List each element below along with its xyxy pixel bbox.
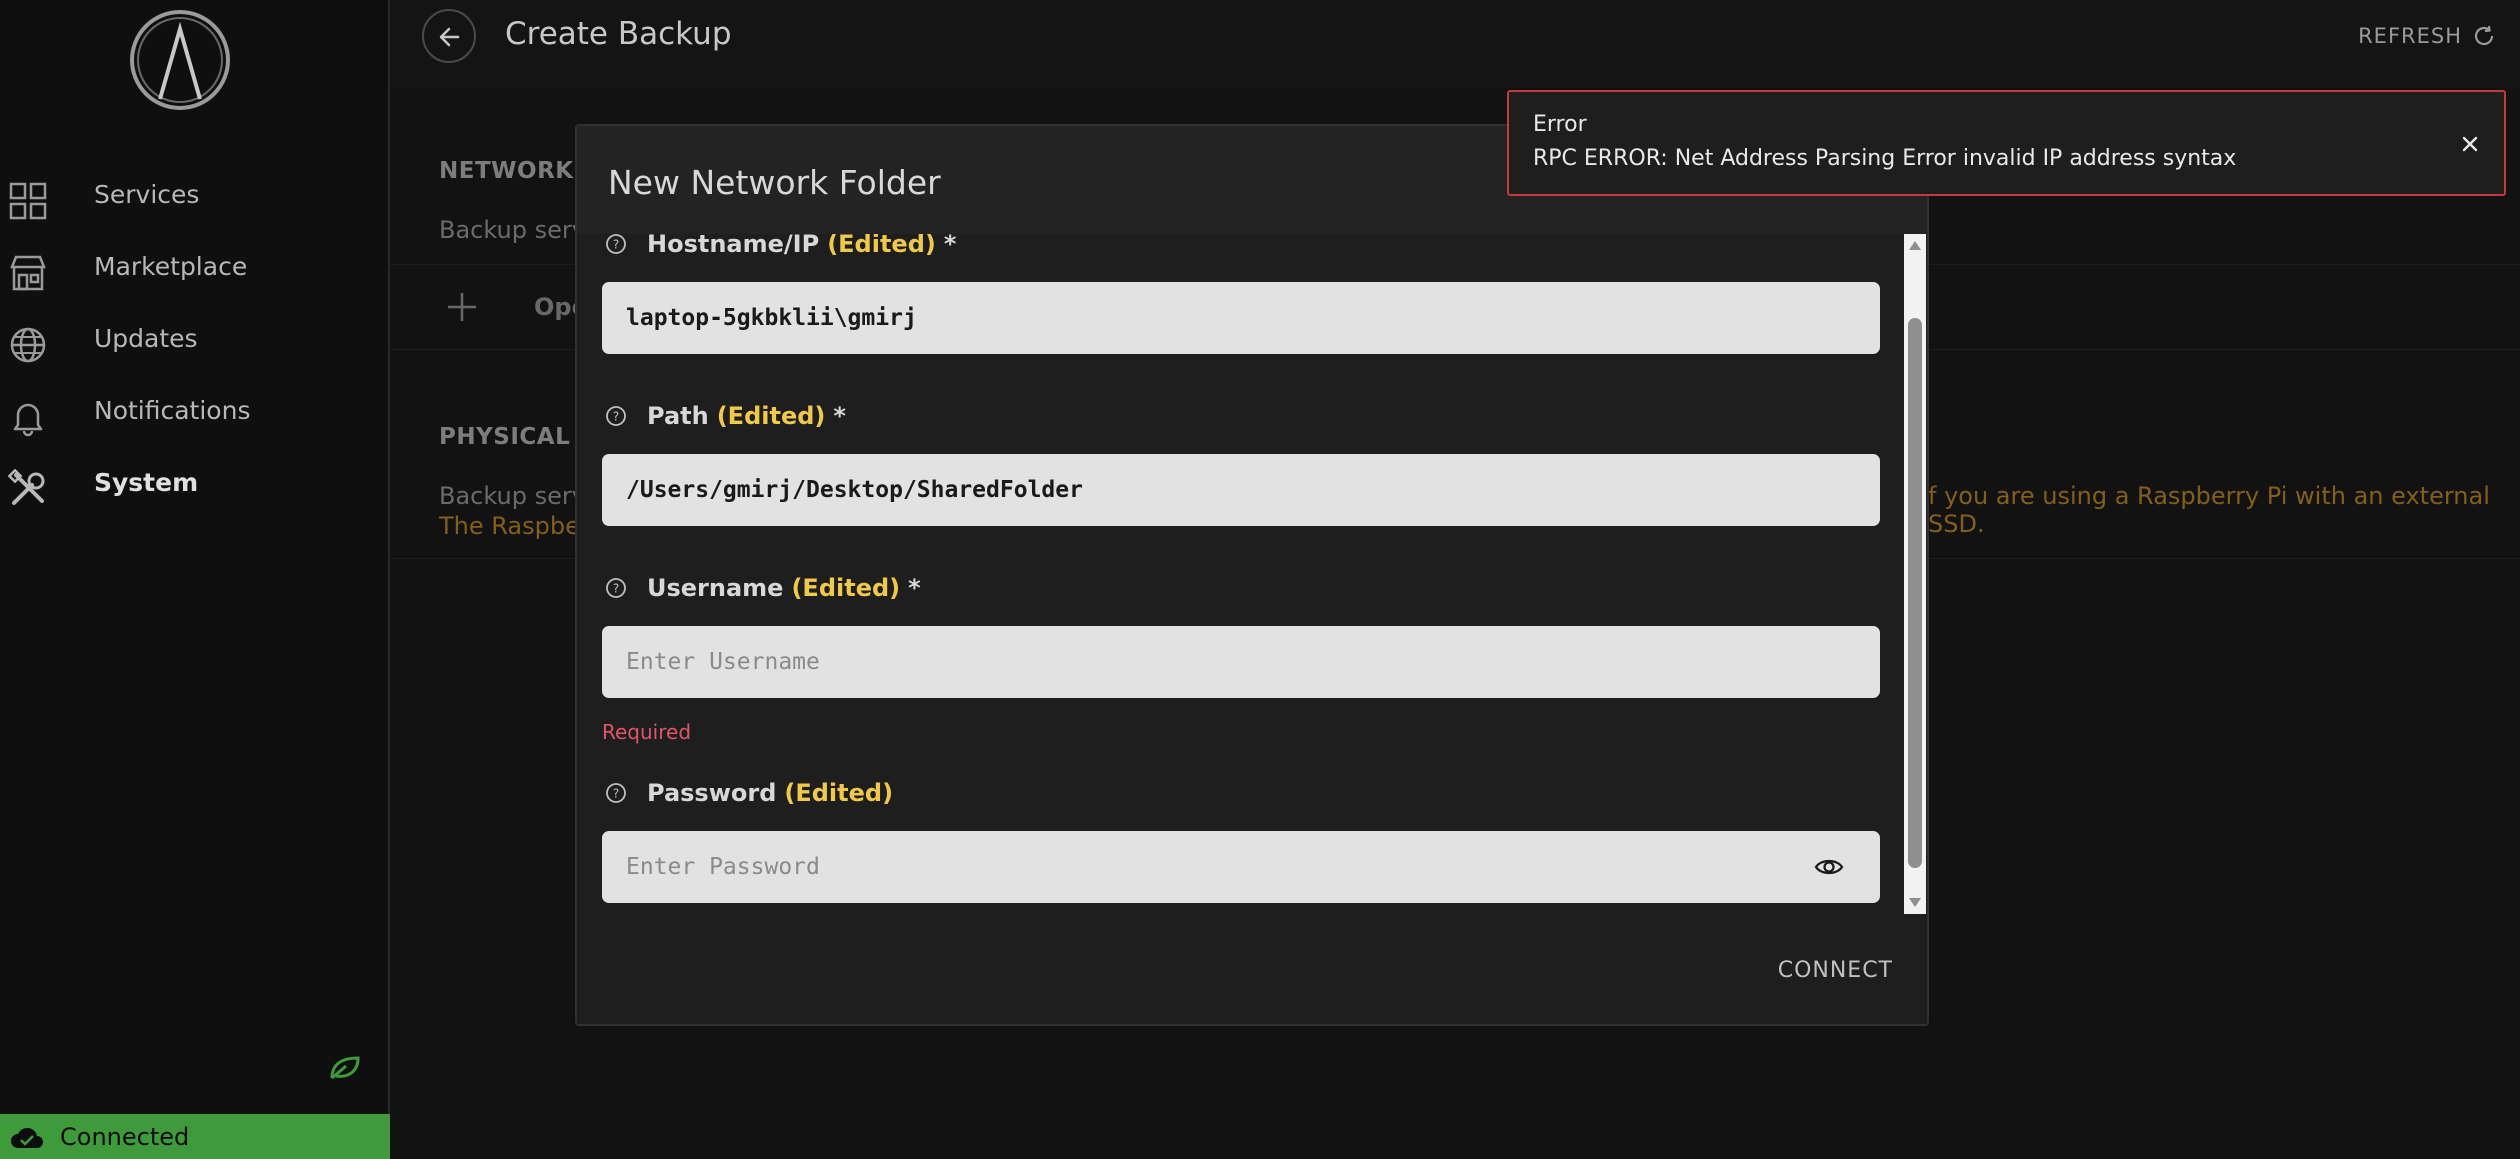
sidebar-item-system[interactable]: System <box>0 454 388 514</box>
svg-text:?: ? <box>613 238 619 252</box>
error-toast: Error RPC ERROR: Net Address Parsing Err… <box>1507 90 2506 196</box>
cloud-check-icon <box>11 1127 43 1148</box>
help-icon[interactable]: ? <box>605 782 627 804</box>
sidebar-item-notifications[interactable]: Notifications <box>0 382 388 442</box>
sidebar-item-label: Services <box>94 180 200 209</box>
connect-button[interactable]: CONNECT <box>1764 948 1907 993</box>
app-logo[interactable] <box>127 7 233 113</box>
field-name: Username <box>647 574 784 602</box>
top-header: Create Backup REFRESH <box>390 0 2520 88</box>
sidebar-item-label: Notifications <box>94 396 251 425</box>
grid-icon <box>9 182 47 220</box>
tools-icon <box>8 469 45 505</box>
svg-text:?: ? <box>613 410 619 424</box>
edited-tag: (Edited) <box>827 234 936 258</box>
toast-title: Error <box>1533 112 1587 137</box>
scroll-up-arrow-icon[interactable] <box>1907 238 1923 252</box>
sidebar-item-updates[interactable]: Updates <box>0 310 388 370</box>
globe-icon <box>10 327 46 363</box>
refresh-label: REFRESH <box>2358 24 2462 48</box>
edited-tag: (Edited) <box>784 779 894 807</box>
store-icon <box>10 255 46 291</box>
toast-message: RPC ERROR: Net Address Parsing Error inv… <box>1533 146 2237 171</box>
field-name: Hostname/IP <box>647 234 820 258</box>
hostname-input[interactable]: laptop-5gkbklii\gmirj <box>602 282 1880 354</box>
sidebar-item-services[interactable]: Services <box>0 166 388 226</box>
back-button[interactable] <box>422 9 476 63</box>
path-value: /Users/gmirj/Desktop/SharedFolder <box>626 477 1083 503</box>
new-network-folder-dialog: New Network Folder ? Hostname/IP (Edited… <box>575 124 1929 1026</box>
sidebar-item-marketplace[interactable]: Marketplace <box>0 238 388 298</box>
sidebar-item-label: System <box>94 468 199 497</box>
field-name: Path <box>647 402 709 430</box>
svg-text:?: ? <box>613 787 619 801</box>
required-mark: * <box>943 234 957 258</box>
bell-icon <box>13 403 43 437</box>
password-placeholder: Enter Password <box>626 854 820 880</box>
svg-text:?: ? <box>613 582 619 596</box>
dialog-body[interactable]: ? Hostname/IP (Edited) * laptop-5gkbklii… <box>577 234 1927 914</box>
connection-status-label: Connected <box>60 1123 190 1151</box>
password-input[interactable]: Enter Password <box>602 831 1880 903</box>
leaf-icon <box>330 1056 360 1080</box>
scroll-down-arrow-icon[interactable] <box>1907 896 1923 910</box>
help-icon[interactable]: ? <box>605 577 627 599</box>
sidebar-item-label: Marketplace <box>94 252 248 281</box>
path-input[interactable]: /Users/gmirj/Desktop/SharedFolder <box>602 454 1880 526</box>
page-title: Create Backup <box>505 16 732 52</box>
help-icon[interactable]: ? <box>605 234 627 255</box>
scroll-thumb[interactable] <box>1908 318 1922 868</box>
help-icon[interactable]: ? <box>605 405 627 427</box>
username-required-error: Required <box>602 720 692 744</box>
refresh-button[interactable]: REFRESH <box>2358 20 2496 52</box>
username-input[interactable]: Enter Username <box>602 626 1880 698</box>
close-icon[interactable] <box>2460 134 2480 154</box>
required-mark: * <box>908 574 921 602</box>
connection-status: Connected <box>0 1114 390 1159</box>
username-placeholder: Enter Username <box>626 649 820 675</box>
hostname-value: laptop-5gkbklii\gmirj <box>626 305 917 331</box>
eye-icon[interactable] <box>1814 855 1844 879</box>
edited-tag: (Edited) <box>791 574 901 602</box>
required-mark: * <box>833 402 846 430</box>
password-label: ? Password (Edited) <box>605 776 893 810</box>
field-name: Password <box>647 779 777 807</box>
sidebar: Services Marketplace Updates Notificatio… <box>0 0 390 1159</box>
sidebar-item-label: Updates <box>94 324 198 353</box>
username-label: ? Username (Edited) * <box>605 571 921 605</box>
hostname-label: ? Hostname/IP (Edited) * <box>605 234 956 261</box>
dialog-scrollbar[interactable] <box>1904 234 1926 914</box>
refresh-icon <box>2474 25 2494 46</box>
arrow-left-icon <box>439 27 460 47</box>
path-label: ? Path (Edited) * <box>605 399 846 433</box>
dialog-title: New Network Folder <box>608 163 941 202</box>
edited-tag: (Edited) <box>716 402 826 430</box>
